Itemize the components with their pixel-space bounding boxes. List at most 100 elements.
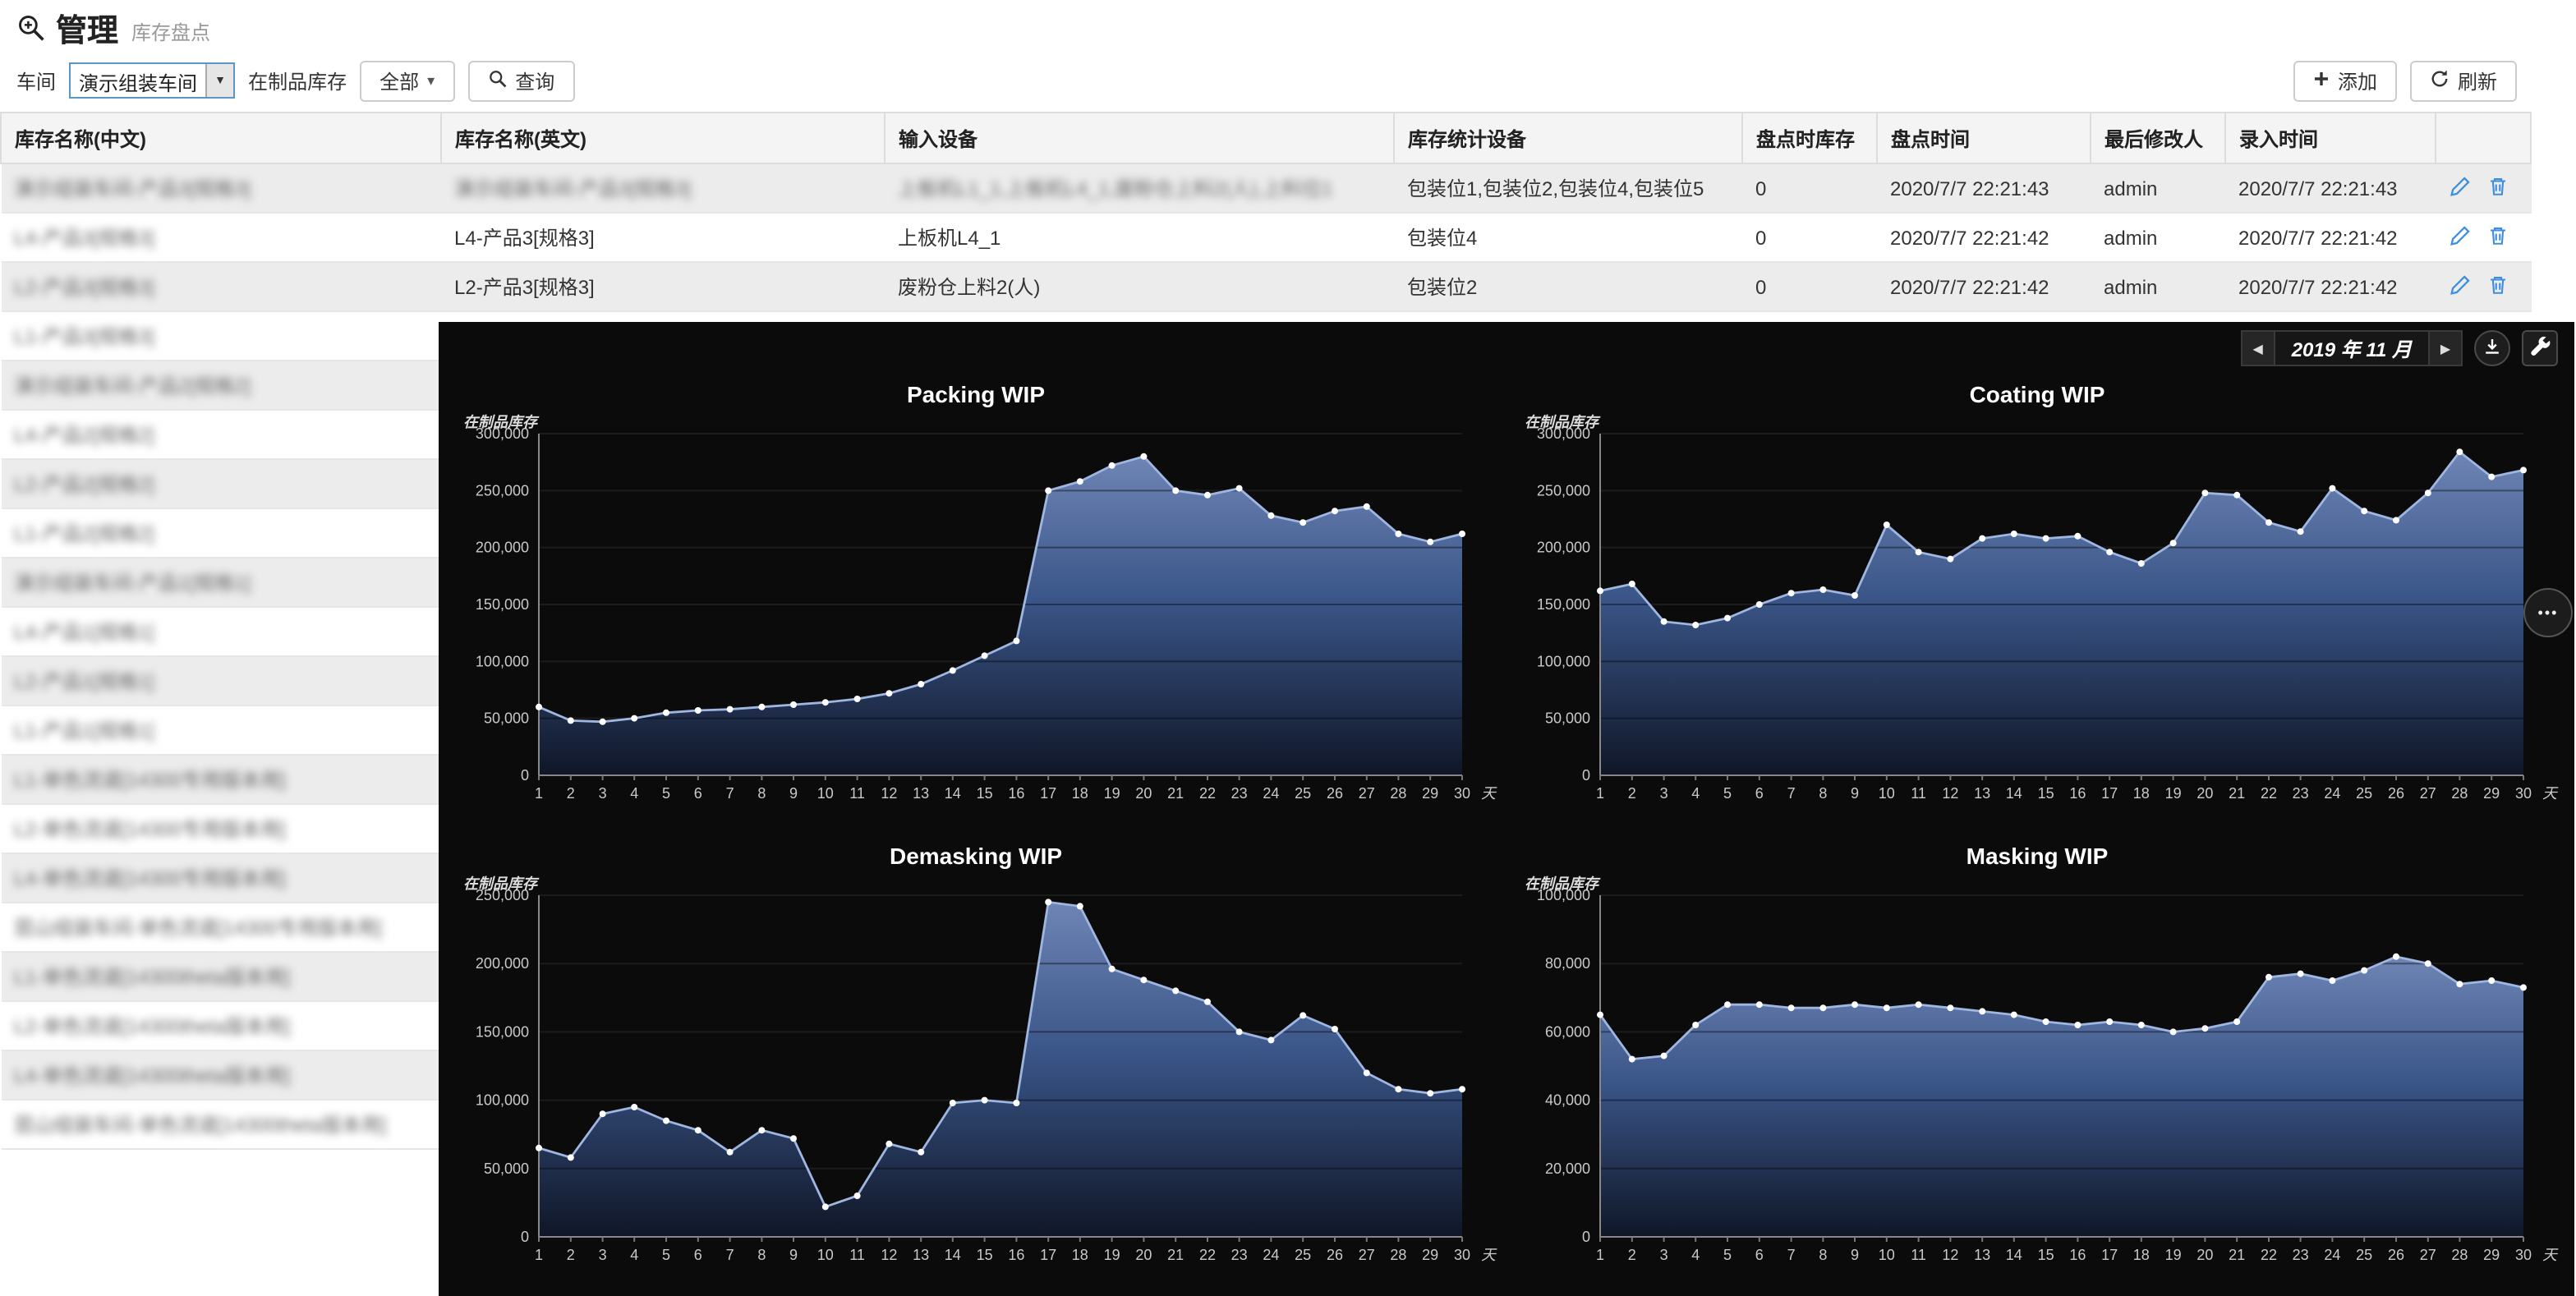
edit-icon[interactable]: [2449, 273, 2470, 300]
svg-text:80,000: 80,000: [1545, 954, 1590, 971]
table-cell: L4-单色流道[14300theta版本用]: [1, 1050, 441, 1100]
delete-icon[interactable]: [2486, 224, 2508, 250]
download-button[interactable]: [2474, 330, 2510, 366]
chart-demasking-wip: Demasking WIP050,000100,000150,000200,00…: [445, 832, 1506, 1293]
row-actions: [2436, 262, 2531, 311]
svg-text:7: 7: [726, 1246, 734, 1262]
svg-text:6: 6: [1755, 785, 1764, 802]
table-cell: 2020/7/7 22:21:42: [1877, 213, 2091, 262]
svg-text:16: 16: [1008, 1246, 1024, 1262]
svg-text:13: 13: [913, 785, 929, 802]
svg-text:天: 天: [2542, 1246, 2559, 1262]
svg-text:150,000: 150,000: [476, 596, 529, 613]
svg-text:1: 1: [535, 1246, 543, 1262]
refresh-button[interactable]: 刷新: [2410, 60, 2517, 101]
charts-grid: Packing WIP050,000100,000150,000200,0002…: [445, 371, 2568, 1293]
table-cell: L4-产品3[规格3]: [1, 213, 441, 262]
svg-text:6: 6: [1755, 1246, 1764, 1262]
svg-text:23: 23: [1231, 785, 1248, 802]
svg-text:7: 7: [726, 785, 734, 802]
svg-text:50,000: 50,000: [484, 710, 529, 727]
wip-chart-coating-wip: 050,000100,000150,000200,000250,000300,0…: [1511, 414, 2563, 818]
next-month-button[interactable]: ▶: [2428, 332, 2461, 365]
table-cell: L2-单色流道[14300theta版本用]: [1, 1001, 441, 1050]
svg-text:在制品库存: 在制品库存: [1525, 414, 1601, 430]
more-button[interactable]: •••: [2523, 588, 2573, 637]
svg-text:40,000: 40,000: [1545, 1091, 1590, 1108]
add-button[interactable]: 添加: [2293, 60, 2397, 101]
svg-text:19: 19: [1104, 1246, 1120, 1262]
svg-text:15: 15: [2038, 785, 2054, 802]
svg-text:12: 12: [1942, 1246, 1958, 1262]
table-cell: 演示组装车间-产品3[规格3]: [441, 163, 885, 213]
svg-text:9: 9: [789, 1246, 798, 1262]
svg-text:8: 8: [1819, 785, 1827, 802]
table-cell: 昆山组装车间-单色流道[14300专用版本用]: [1, 903, 441, 952]
wip-chart-packing-wip: 050,000100,000150,000200,000250,000300,0…: [450, 414, 1502, 818]
query-button[interactable]: 查询: [467, 60, 574, 101]
svg-text:22: 22: [2261, 1246, 2277, 1262]
svg-text:23: 23: [2293, 1246, 2309, 1262]
svg-text:27: 27: [2420, 1246, 2436, 1262]
table-cell: 包装位4: [1394, 213, 1742, 262]
svg-text:30: 30: [2515, 785, 2532, 802]
workshop-select[interactable]: 演示组装车间 ▼: [69, 62, 235, 99]
svg-text:20: 20: [2196, 785, 2213, 802]
svg-text:6: 6: [694, 785, 702, 802]
svg-text:1: 1: [535, 785, 543, 802]
column-header: 输入设备: [885, 113, 1394, 163]
delete-icon[interactable]: [2486, 175, 2508, 201]
svg-text:150,000: 150,000: [476, 1023, 529, 1039]
table-row[interactable]: L4-产品3[规格3]L4-产品3[规格3]上板机L4_1包装位402020/7…: [1, 213, 2531, 262]
table-cell: 2020/7/7 22:21:42: [2225, 262, 2436, 311]
table-row[interactable]: L2-产品3[规格3]L2-产品3[规格3]废粉仓上料2(人)包装位202020…: [1, 262, 2531, 311]
table-cell: 包装位1,包装位2,包装位4,包装位5: [1394, 163, 1742, 213]
search-icon: [487, 68, 507, 93]
svg-text:17: 17: [1040, 785, 1056, 802]
edit-icon[interactable]: [2449, 175, 2470, 201]
row-actions: [2436, 213, 2531, 262]
svg-text:14: 14: [2006, 1246, 2022, 1262]
scope-dropdown[interactable]: 全部 ▾: [360, 60, 454, 101]
svg-text:11: 11: [849, 785, 865, 802]
svg-text:24: 24: [1263, 1246, 1279, 1262]
edit-icon[interactable]: [2449, 224, 2470, 250]
svg-text:15: 15: [2038, 1246, 2054, 1262]
svg-text:17: 17: [1040, 1246, 1056, 1262]
svg-text:19: 19: [2165, 785, 2182, 802]
svg-text:16: 16: [1008, 785, 1024, 802]
svg-text:5: 5: [662, 1246, 670, 1262]
table-cell: L1-产品3[规格3]: [1, 311, 441, 361]
svg-text:22: 22: [1199, 785, 1216, 802]
svg-text:26: 26: [2388, 785, 2404, 802]
table-cell: L2-产品3[规格3]: [441, 262, 885, 311]
table-row[interactable]: 演示组装车间-产品3[规格3]演示组装车间-产品3[规格3]上板机L1_1,上板…: [1, 163, 2531, 213]
table-cell: L2-产品3[规格3]: [1, 262, 441, 311]
settings-button[interactable]: [2522, 330, 2558, 366]
svg-text:21: 21: [1167, 1246, 1184, 1262]
svg-text:11: 11: [849, 1246, 865, 1262]
prev-month-button[interactable]: ◀: [2242, 332, 2275, 365]
table-cell: 昆山组装车间-单色流道[14300theta版本用]: [1, 1100, 441, 1149]
delete-icon[interactable]: [2486, 273, 2508, 300]
svg-text:0: 0: [1582, 767, 1590, 784]
svg-text:2: 2: [1628, 785, 1636, 802]
svg-text:27: 27: [2420, 785, 2436, 802]
select-arrow-icon[interactable]: ▼: [205, 64, 233, 97]
table-cell: 废粉仓上料2(人): [885, 262, 1394, 311]
table-cell: 0: [1742, 213, 1877, 262]
add-button-label: 添加: [2338, 67, 2377, 94]
svg-text:21: 21: [2229, 1246, 2245, 1262]
table-cell: 2020/7/7 22:21:43: [2225, 163, 2436, 213]
svg-text:28: 28: [2451, 785, 2468, 802]
svg-text:30: 30: [1454, 785, 1470, 802]
chart-title: Coating WIP: [1970, 371, 2105, 414]
svg-text:28: 28: [1390, 785, 1406, 802]
svg-text:11: 11: [1911, 1246, 1926, 1262]
scope-dropdown-value: 全部: [380, 67, 419, 94]
workshop-select-value: 演示组装车间: [71, 64, 205, 97]
row-actions: [2436, 163, 2531, 213]
refresh-icon: [2430, 68, 2450, 93]
svg-text:26: 26: [2388, 1246, 2404, 1262]
svg-text:0: 0: [521, 767, 529, 784]
